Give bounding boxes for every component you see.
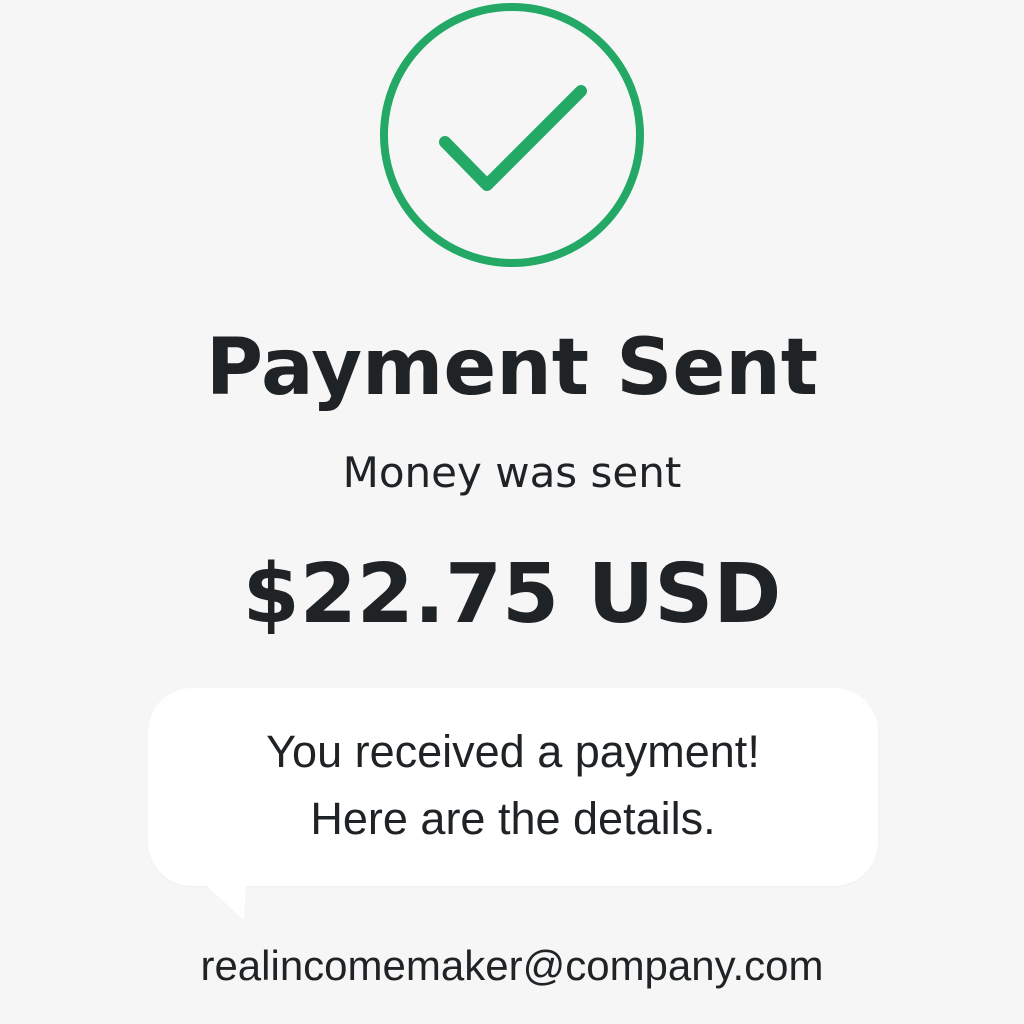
message-line-1: You received a payment! xyxy=(266,726,760,777)
page-subtitle: Money was sent xyxy=(342,448,682,497)
payment-amount: $22.75 USD xyxy=(242,547,782,642)
message-bubble-tail xyxy=(200,880,246,920)
payment-confirmation-screen: Payment Sent Money was sent $22.75 USD Y… xyxy=(0,0,1024,1024)
recipient-email: realincomemaker@company.com xyxy=(200,942,824,989)
message-bubble: You received a payment! Here are the det… xyxy=(148,688,878,886)
message-line-2: Here are the details. xyxy=(310,793,716,844)
success-check-icon xyxy=(379,2,645,268)
message-text: You received a payment! Here are the det… xyxy=(148,718,878,852)
page-title: Payment Sent xyxy=(205,323,819,413)
